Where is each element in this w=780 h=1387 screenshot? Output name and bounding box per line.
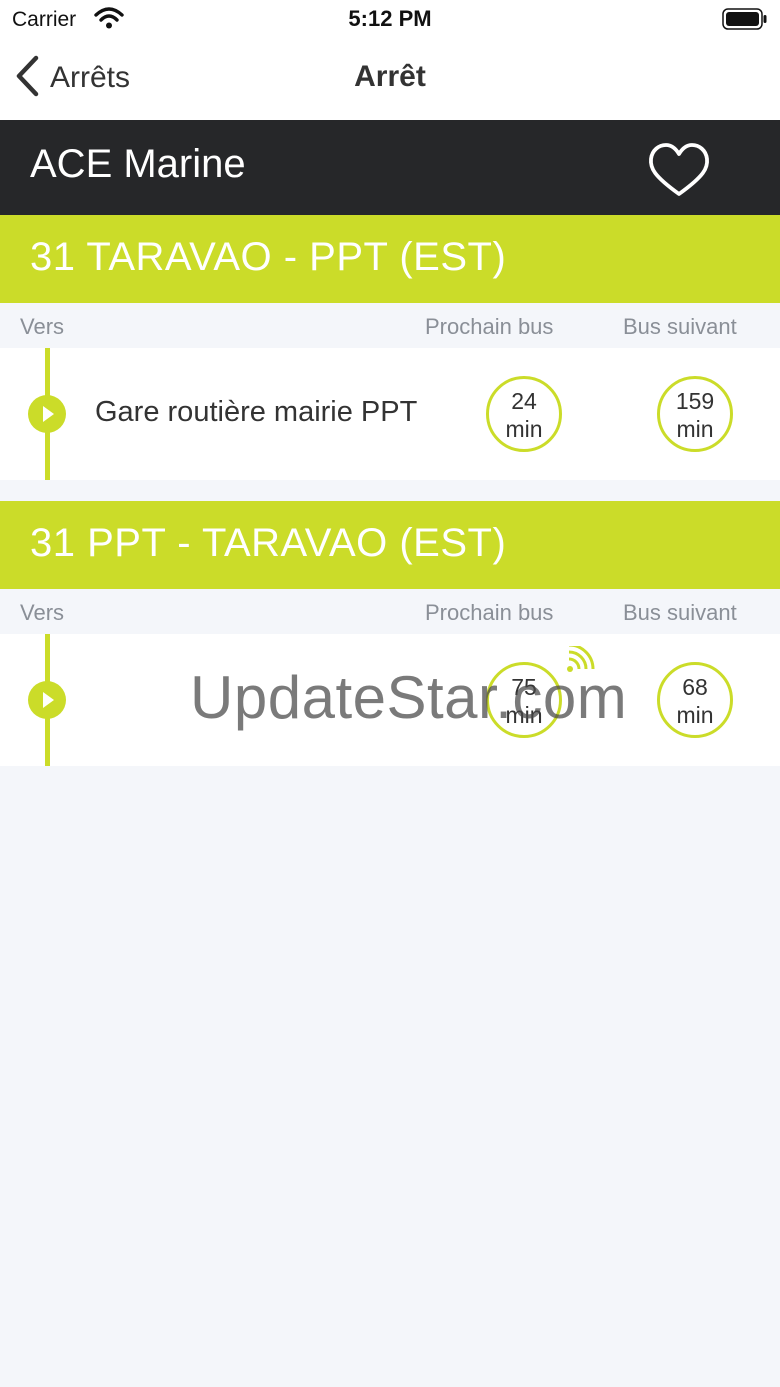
status-time: 5:12 PM xyxy=(348,6,432,31)
line-header[interactable]: 31 TARAVAO - PPT (EST) xyxy=(0,215,780,303)
line-header[interactable]: 31 PPT - TARAVAO (EST) xyxy=(0,501,780,589)
column-header-to: Vers xyxy=(20,600,65,625)
play-arrow-icon xyxy=(28,681,66,719)
status-bar: Carrier 5:12 PM xyxy=(0,0,780,40)
column-header-to: Vers xyxy=(20,314,65,339)
following-bus-time: 68 min xyxy=(657,662,733,738)
destination-row[interactable]: 75 min 68 min xyxy=(0,634,780,766)
next-bus-value: 24 xyxy=(511,388,537,414)
play-arrow-icon xyxy=(28,395,66,433)
following-bus-time: 159 min xyxy=(657,376,733,452)
navigation-bar: Arrêts Arrêt xyxy=(0,40,780,120)
column-headers: Vers Prochain bus Bus suivant xyxy=(0,303,780,348)
stop-name: ACE Marine xyxy=(30,142,246,186)
page-title: Arrêt xyxy=(354,60,426,93)
following-bus-unit: min xyxy=(676,416,714,442)
destination-name: Gare routière mairie PPT xyxy=(95,396,418,428)
next-bus-value: 75 xyxy=(511,674,537,700)
following-bus-value: 159 xyxy=(675,388,715,414)
line-title: 31 TARAVAO - PPT (EST) xyxy=(30,235,507,279)
stop-header: ACE Marine xyxy=(0,120,780,215)
next-bus-unit: min xyxy=(505,702,543,728)
next-bus-time: 24 min xyxy=(486,376,562,452)
following-bus-unit: min xyxy=(676,702,714,728)
following-bus-value: 68 xyxy=(682,674,708,700)
column-headers: Vers Prochain bus Bus suivant xyxy=(0,589,780,634)
column-header-next-bus: Prochain bus xyxy=(425,314,554,339)
realtime-signal-icon xyxy=(565,643,595,679)
next-bus-time: 75 min xyxy=(486,662,562,738)
heart-icon[interactable] xyxy=(648,142,712,200)
battery-icon xyxy=(722,8,768,35)
line-title: 31 PPT - TARAVAO (EST) xyxy=(30,521,507,565)
column-header-following-bus: Bus suivant xyxy=(623,600,737,625)
next-bus-unit: min xyxy=(505,416,543,442)
column-header-next-bus: Prochain bus xyxy=(425,600,554,625)
column-header-following-bus: Bus suivant xyxy=(623,314,737,339)
destination-row[interactable]: Gare routière mairie PPT 24 min 159 min xyxy=(0,348,780,480)
